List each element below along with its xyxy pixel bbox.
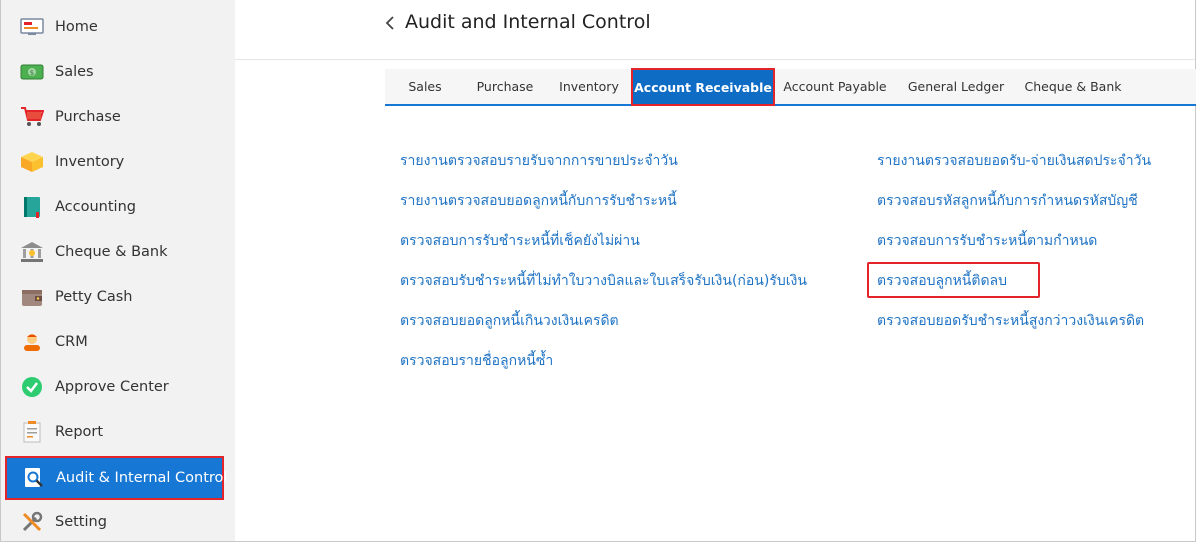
svg-text:$: $ [30, 69, 34, 77]
sidebar-item-home[interactable]: Home [1, 5, 235, 49]
report-icon [20, 420, 44, 444]
report-link[interactable]: ตรวจสอบการรับชำระหนี้ที่เช็คยังไม่ผ่าน [400, 230, 640, 252]
sidebar-item-cheque-bank[interactable]: Cheque & Bank [1, 230, 235, 274]
tab-sales[interactable]: Sales [385, 69, 465, 104]
report-link[interactable]: รายงานตรวจสอบรายรับจากการขายประจำวัน [400, 150, 678, 172]
report-link[interactable]: รายงานตรวจสอบยอดลูกหนี้กับการรับชำระหนี้ [400, 190, 677, 212]
tab-bar: Sales Purchase Inventory Account Receiva… [385, 68, 1196, 106]
people-icon [20, 330, 44, 354]
money-icon: $ [20, 60, 44, 84]
cart-icon [20, 105, 44, 129]
wallet-icon [20, 285, 44, 309]
sidebar-item-inventory[interactable]: Inventory [1, 140, 235, 184]
back-chevron-icon[interactable] [384, 14, 398, 32]
report-link[interactable]: ตรวจสอบรายชื่อลูกหนี้ซ้ำ [400, 350, 553, 372]
sidebar-item-label: Accounting [55, 199, 136, 215]
sidebar-item-label: Home [55, 19, 98, 35]
sidebar-item-setting[interactable]: Setting [1, 500, 235, 542]
report-link[interactable]: ตรวจสอบรับชำระหนี้ที่ไม่ทำใบวางบิลและใบเ… [400, 270, 807, 292]
sidebar: Home $ Sales Purchase Inventory Accounti… [1, 0, 235, 541]
sidebar-item-crm[interactable]: CRM [1, 320, 235, 364]
report-link[interactable]: ตรวจสอบยอดลูกหนี้เกินวงเงินเครดิต [400, 310, 619, 332]
tab-purchase[interactable]: Purchase [465, 69, 545, 104]
report-link-negative-debtors[interactable]: ตรวจสอบลูกหนี้ติดลบ [877, 270, 1007, 292]
sidebar-item-label: Audit & Internal Control [56, 470, 228, 486]
bank-icon [20, 240, 44, 264]
sidebar-item-label: Petty Cash [55, 289, 133, 305]
sidebar-item-approve-center[interactable]: Approve Center [1, 365, 235, 409]
sidebar-item-accounting[interactable]: Accounting [1, 185, 235, 229]
tab-account-payable[interactable]: Account Payable [775, 69, 895, 104]
tab-inventory[interactable]: Inventory [545, 69, 633, 104]
box-icon [20, 150, 44, 174]
report-link[interactable]: รายงานตรวจสอบยอดรับ-จ่ายเงินสดประจำวัน [877, 150, 1151, 172]
check-icon [20, 375, 44, 399]
sidebar-item-sales[interactable]: $ Sales [1, 50, 235, 94]
home-icon [20, 15, 44, 39]
sidebar-item-label: Approve Center [55, 379, 169, 395]
tab-cheque-bank[interactable]: Cheque & Bank [1017, 69, 1129, 104]
sidebar-item-petty-cash[interactable]: Petty Cash [1, 275, 235, 319]
sidebar-item-label: Purchase [55, 109, 121, 125]
report-link[interactable]: ตรวจสอบยอดรับชำระหนี้สูงกว่าวงเงินเครดิต [877, 310, 1144, 332]
sidebar-item-label: Inventory [55, 154, 125, 170]
audit-icon [22, 466, 46, 490]
sidebar-item-label: Sales [55, 64, 94, 80]
tools-icon [20, 510, 44, 534]
tab-general-ledger[interactable]: General Ledger [895, 69, 1017, 104]
sidebar-item-purchase[interactable]: Purchase [1, 95, 235, 139]
sidebar-item-label: Cheque & Bank [55, 244, 168, 260]
report-link[interactable]: ตรวจสอบรหัสลูกหนี้กับการกำหนดรหัสบัญชี [877, 190, 1138, 212]
sidebar-item-label: Report [55, 424, 104, 440]
page-title: Audit and Internal Control [405, 11, 651, 33]
sidebar-item-label: Setting [55, 514, 107, 530]
sidebar-item-audit-internal-control[interactable]: Audit & Internal Control [5, 456, 228, 500]
book-icon [20, 195, 44, 219]
sidebar-item-report[interactable]: Report [1, 410, 235, 454]
tab-account-receivable[interactable]: Account Receivable [631, 68, 775, 106]
report-link[interactable]: ตรวจสอบการรับชำระหนี้ตามกำหนด [877, 230, 1097, 252]
sidebar-item-label: CRM [55, 334, 88, 350]
page-header: Audit and Internal Control [235, 0, 1195, 60]
